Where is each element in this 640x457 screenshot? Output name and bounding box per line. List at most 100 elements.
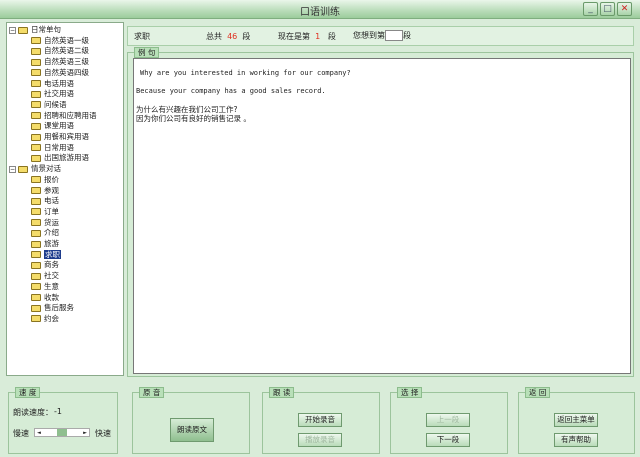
select-group: 选 择 上一段 下一段 (390, 387, 508, 454)
tree-item[interactable]: 参观 (31, 186, 59, 196)
tree-item[interactable]: 求职 (31, 249, 61, 260)
tree-item-label: 问候语 (44, 99, 67, 109)
maximize-button[interactable]: □ (600, 2, 615, 16)
tree-item-label: 招聘和应聘用语 (44, 110, 97, 120)
folder-icon (31, 240, 41, 248)
tree-item-label: 电话 (44, 196, 59, 206)
folder-icon (31, 208, 41, 216)
minimize-button[interactable]: _ (583, 2, 598, 16)
tree-item[interactable]: 售后服务 (31, 303, 74, 313)
info-bar: 求职 总共 46 段 现在是第 1 段 您想到第 段 (127, 26, 634, 46)
close-button[interactable]: ✕ (617, 2, 632, 16)
fast-label: 快速 (95, 429, 111, 438)
tree-group[interactable]: − 日常单句 (9, 25, 61, 35)
goto-input[interactable] (385, 30, 403, 41)
category-tree[interactable]: − 日常单句 自然英语一级 自然英语二级 自然英语三级 自然英语四级 电话用语 社交用语 问候语… (6, 22, 124, 376)
topic-label: 求职 (134, 32, 150, 41)
tree-item[interactable]: 商务 (31, 260, 59, 270)
folder-icon (31, 69, 41, 77)
back-group: 返 回 返回主菜单 有声帮助 (518, 387, 635, 454)
collapse-icon[interactable]: − (9, 165, 16, 173)
next-segment-button[interactable]: 下一段 (426, 433, 470, 447)
reading-speed-label: 朗读速度： (13, 408, 53, 417)
folder-icon (31, 47, 41, 55)
window-title: 口语训练 (300, 7, 340, 18)
tree-item[interactable]: 约会 (31, 314, 59, 324)
tree-item-label: 日常用语 (44, 142, 74, 152)
back-label: 返 回 (525, 387, 551, 398)
tree-item[interactable]: 问候语 (31, 100, 67, 110)
folder-icon (31, 283, 41, 291)
tree-item[interactable]: 自然英语二级 (31, 46, 89, 56)
total-segments: 总共 46 段 (206, 31, 250, 42)
tree-item-label: 自然英语四级 (44, 67, 89, 77)
tree-item-label: 电话用语 (44, 78, 74, 88)
tree-item[interactable]: 收款 (31, 293, 59, 303)
folder-icon (31, 90, 41, 98)
start-record-button[interactable]: 开始录音 (298, 413, 342, 427)
english-answer: Because your company has a good sales re… (136, 87, 326, 95)
tree-item[interactable]: 出国旅游用语 (31, 153, 89, 163)
current-number: 1 (315, 32, 321, 41)
left-arrow-icon[interactable]: ◄ (37, 429, 41, 437)
tree-item-label: 收款 (44, 292, 59, 302)
folder-icon (31, 154, 41, 162)
play-record-button[interactable]: 播放录音 (298, 433, 342, 447)
tree-item-label: 自然英语一级 (44, 35, 89, 45)
current-segment: 现在是第 1 段 (278, 31, 336, 42)
folder-icon (31, 251, 41, 259)
folder-icon (31, 229, 41, 237)
tree-item[interactable]: 社交用语 (31, 89, 74, 99)
tree-item-label: 商务 (44, 260, 59, 270)
tree-item[interactable]: 自然英语一级 (31, 36, 89, 46)
tree-item[interactable]: 货运 (31, 218, 59, 228)
tree-item[interactable]: 电话用语 (31, 79, 74, 89)
tree-item-label: 介绍 (44, 228, 59, 238)
tree-item[interactable]: 电话 (31, 196, 59, 206)
tree-item[interactable]: 课堂用语 (31, 121, 74, 131)
tree-item[interactable]: 社交 (31, 271, 59, 281)
tree-item[interactable]: 自然英语四级 (31, 68, 89, 78)
tree-item[interactable]: 订单 (31, 207, 59, 217)
tree-item[interactable]: 生意 (31, 282, 59, 292)
tree-item-label: 社交用语 (44, 89, 74, 99)
slider-thumb[interactable] (57, 429, 67, 436)
folder-icon (31, 144, 41, 152)
main-menu-button[interactable]: 返回主菜单 (554, 413, 598, 427)
tree-item[interactable]: 介绍 (31, 228, 59, 238)
tree-item[interactable]: 日常用语 (31, 143, 74, 153)
right-arrow-icon[interactable]: ► (83, 429, 87, 437)
tree-item[interactable]: 报价 (31, 175, 59, 185)
current-prefix: 现在是第 (278, 32, 310, 41)
folder-icon (31, 272, 41, 280)
tree-item[interactable]: 自然英语三级 (31, 57, 89, 67)
total-count: 46 (227, 32, 238, 41)
voice-help-button[interactable]: 有声帮助 (554, 433, 598, 447)
tree-item-label: 用餐和宾用语 (44, 132, 89, 141)
tree-item-label: 货运 (44, 217, 59, 227)
tree-item-label: 社交 (44, 271, 59, 281)
total-prefix: 总共 (206, 32, 222, 41)
select-label: 选 择 (397, 387, 423, 398)
tree-item[interactable]: 招聘和应聘用语 (31, 111, 97, 121)
unit: 段 (403, 31, 411, 40)
folder-icon (31, 304, 41, 312)
example-text[interactable]: Why are you interested in working for ou… (133, 58, 631, 374)
tree-item-label: 售后服务 (44, 303, 74, 313)
folder-icon (31, 261, 41, 269)
chinese-answer: 因为你们公司有良好的销售记录 。 (136, 114, 251, 123)
folder-icon (31, 80, 41, 87)
folder-icon (31, 112, 41, 120)
tree-item-label: 出国旅游用语 (44, 153, 89, 163)
tree-item[interactable]: 旅游 (31, 239, 59, 249)
prev-segment-button[interactable]: 上一段 (426, 413, 470, 427)
tree-group[interactable]: − 情景对话 (9, 164, 61, 174)
folder-icon (31, 58, 41, 66)
read-original-button[interactable]: 朗读原文 (170, 418, 214, 442)
speed-slider[interactable]: ◄ ► (34, 428, 90, 437)
tree-item-label: 旅游 (44, 239, 59, 248)
original-label: 原 音 (139, 387, 165, 398)
unit: 段 (242, 32, 251, 41)
collapse-icon[interactable]: − (9, 26, 16, 34)
tree-item[interactable]: 用餐和宾用语 (31, 132, 89, 142)
